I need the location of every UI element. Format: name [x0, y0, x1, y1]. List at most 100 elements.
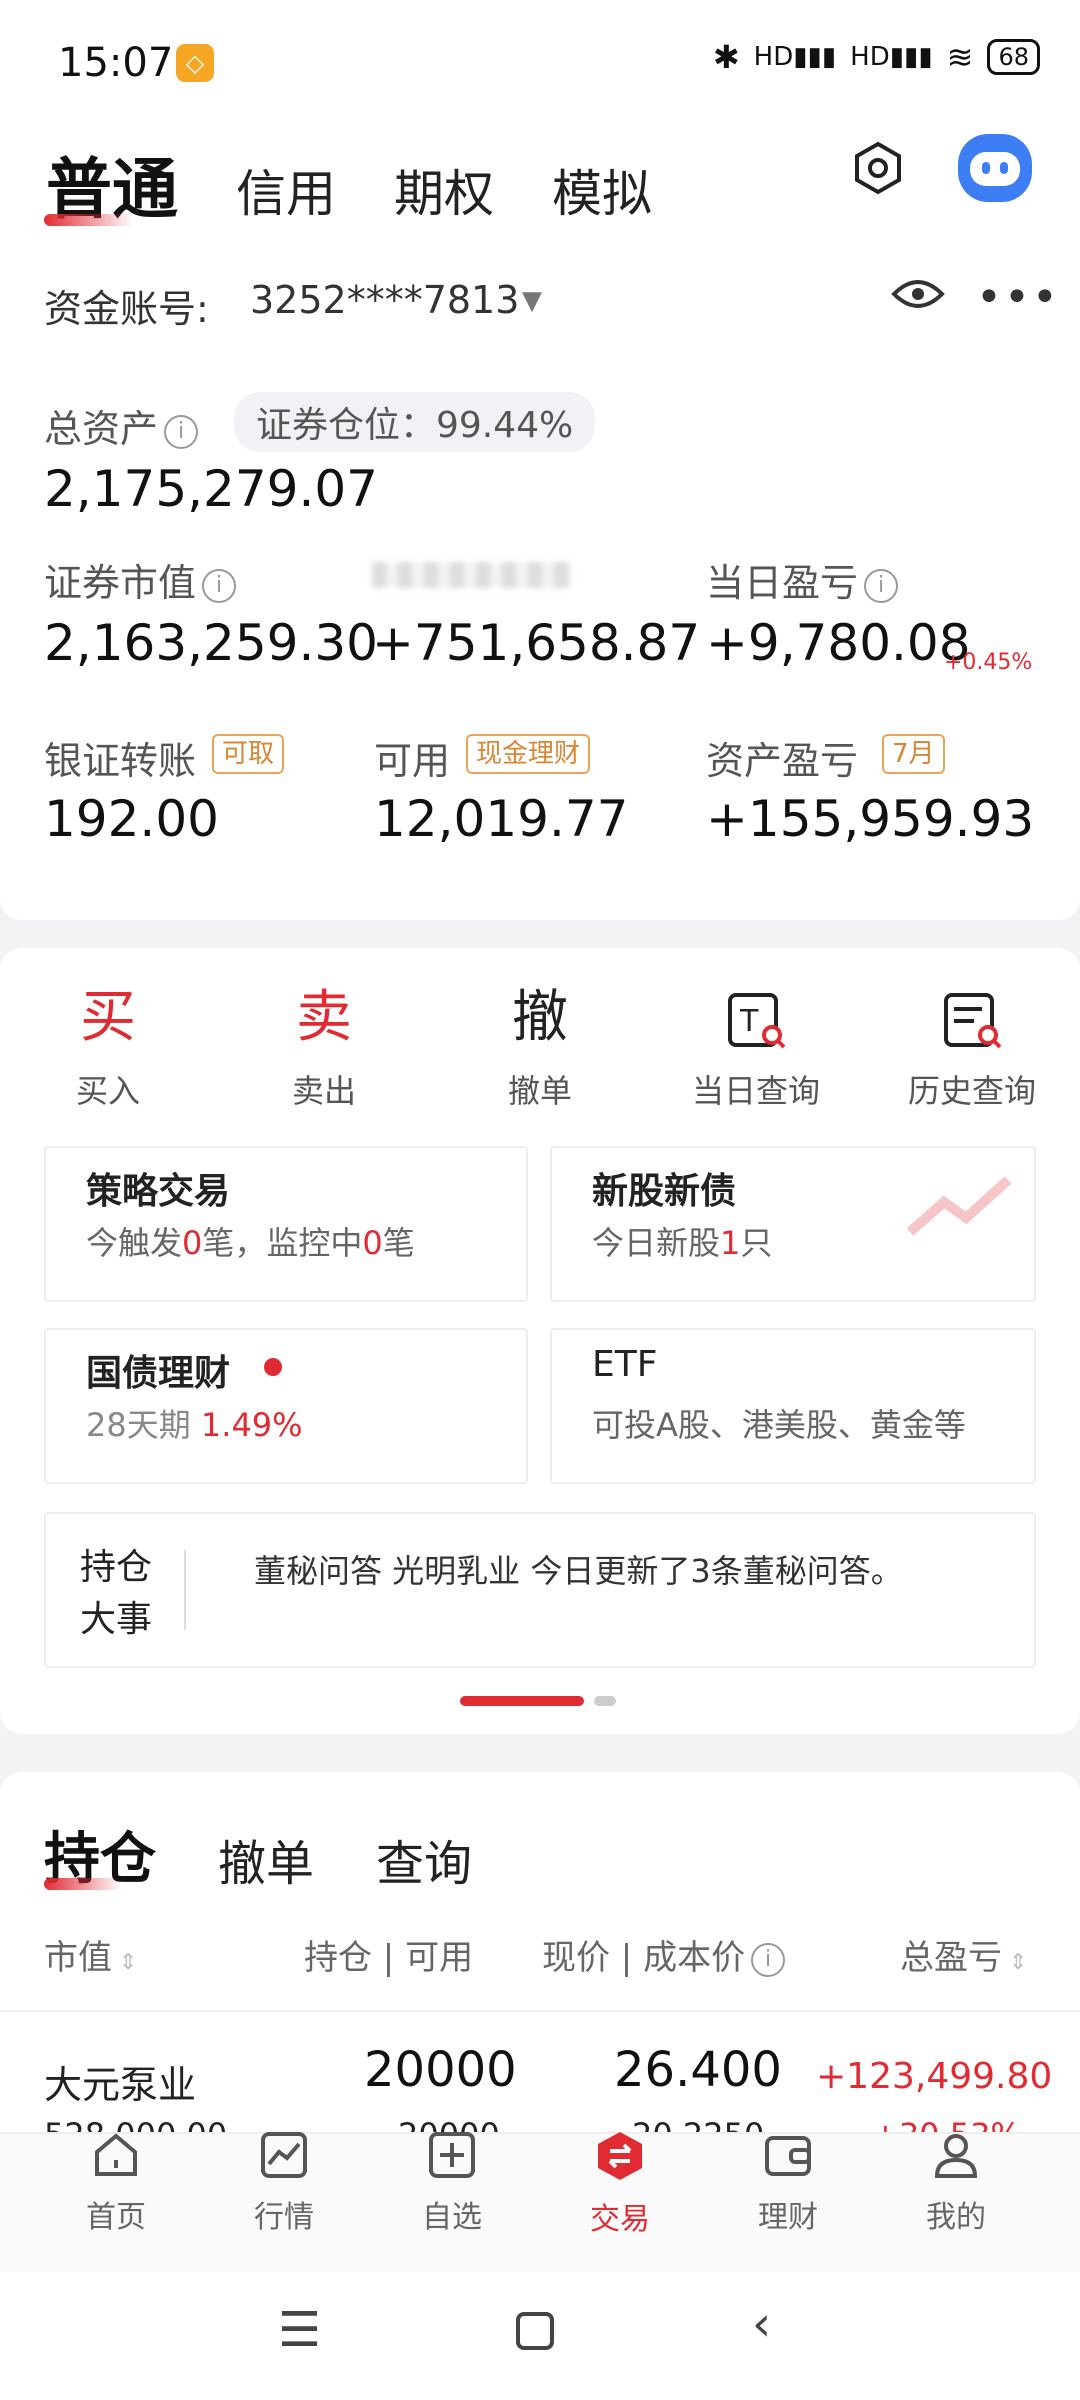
- nav-market[interactable]: 行情: [200, 2130, 368, 2236]
- tile-title: 策略交易: [86, 1171, 231, 1212]
- tab-options[interactable]: 期权: [394, 154, 494, 226]
- available-value: 12,019.77: [374, 790, 629, 848]
- holdings-card: 持仓 撤单 查询 市值 ⇕ 持仓 | 可用 现价 | 成本价 i 总盈亏 ⇕ 大元…: [0, 1772, 1080, 2132]
- cash-management-chip[interactable]: 现金理财: [466, 734, 591, 774]
- nav-label: 交易: [590, 2202, 650, 2237]
- nav-label: 我的: [926, 2200, 986, 2235]
- news-tag: 持仓 大事: [80, 1547, 153, 1640]
- more-icon[interactable]: •••: [976, 272, 1060, 323]
- divider: [184, 1550, 186, 1630]
- history-query-button[interactable]: 历史查询: [864, 978, 1080, 1112]
- tab-active-indicator: [44, 214, 134, 226]
- column-market-value[interactable]: 市值 ⇕: [44, 1930, 137, 1979]
- sell-button[interactable]: 卖 卖出: [216, 978, 432, 1112]
- etf-tile[interactable]: ETF 可投A股、港美股、黄金等: [550, 1328, 1036, 1484]
- wifi-icon: ≋: [946, 38, 974, 76]
- column-total-pnl[interactable]: 总盈亏 ⇕: [900, 1930, 1027, 1979]
- market-value-label: 证券市值 i: [44, 552, 237, 607]
- today-query-icon: T: [648, 978, 864, 1058]
- nav-label: 首页: [86, 2200, 146, 2235]
- info-icon[interactable]: i: [864, 568, 899, 603]
- asset-pnl-value: +155,959.93: [706, 790, 1035, 848]
- buy-icon: 买: [80, 985, 136, 1050]
- info-icon[interactable]: i: [164, 414, 199, 449]
- menu-icon[interactable]: ☰: [278, 2302, 321, 2358]
- eye-icon[interactable]: [890, 274, 946, 318]
- plus-square-icon: [429, 2132, 475, 2178]
- status-icons: ✱ HD▮▮▮ HD▮▮▮ ≋ 68: [713, 38, 1040, 76]
- cancel-order-icon: 撤: [512, 985, 568, 1050]
- strategy-trading-tile[interactable]: 策略交易 今触发0笔，监控中0笔: [44, 1146, 528, 1302]
- table-row[interactable]: 大元泵业 528,000.00 20000 20000 26.400 20.22…: [0, 2012, 1080, 2132]
- account-number[interactable]: 3252****7813: [250, 278, 519, 322]
- tab-query[interactable]: 查询: [376, 1824, 472, 1894]
- signal-icon: HD▮▮▮: [753, 42, 837, 72]
- settings-icon[interactable]: [850, 140, 906, 196]
- user-icon: [934, 2134, 978, 2178]
- carousel-indicator: [594, 1696, 616, 1706]
- robot-assistant-icon[interactable]: [958, 134, 1032, 202]
- nav-label: 自选: [422, 2200, 482, 2235]
- tile-subtitle: 28天期 1.49%: [86, 1406, 303, 1444]
- nav-home[interactable]: 首页: [32, 2130, 200, 2236]
- total-assets-label: 总资产 i: [44, 398, 199, 453]
- sell-icon: 卖: [296, 985, 352, 1050]
- home-square-icon[interactable]: [516, 2312, 554, 2350]
- buy-label: 买入: [75, 1072, 140, 1110]
- wallet-icon: [765, 2136, 811, 2176]
- info-icon[interactable]: i: [751, 1942, 786, 1977]
- blurred-label: [372, 562, 572, 588]
- transfer-value[interactable]: 192.00: [44, 790, 219, 848]
- stock-pnl: +123,499.80: [816, 2056, 1053, 2097]
- column-price: 现价 | 成本价 i: [542, 1930, 786, 1979]
- new-ipo-tile[interactable]: 新股新债 今日新股1只: [550, 1146, 1036, 1302]
- home-icon: [95, 2133, 137, 2176]
- chart-icon: [261, 2132, 307, 2178]
- tab-simulation[interactable]: 模拟: [552, 154, 652, 226]
- today-query-button[interactable]: T 当日查询: [648, 978, 864, 1112]
- chevron-down-icon[interactable]: ▼: [522, 286, 542, 316]
- tile-title: ETF: [592, 1344, 658, 1385]
- daily-pnl-label: 当日盈亏 i: [706, 552, 899, 607]
- account-label: 资金账号:: [44, 287, 209, 331]
- carousel-indicator-active: [460, 1696, 584, 1706]
- tab-credit[interactable]: 信用: [236, 154, 336, 226]
- buy-button[interactable]: 买 买入: [0, 978, 216, 1112]
- nav-trade[interactable]: 交易: [536, 2130, 704, 2238]
- today-query-label: 当日查询: [691, 1072, 820, 1110]
- tile-subtitle: 今触发0笔，监控中0笔: [86, 1224, 415, 1262]
- nav-label: 行情: [254, 2200, 314, 2235]
- info-icon[interactable]: i: [202, 568, 237, 603]
- svg-text:T: T: [739, 1004, 759, 1039]
- tab-cancel-orders[interactable]: 撤单: [218, 1824, 314, 1894]
- position-ratio-pill: 证券仓位：99.44%: [234, 392, 596, 452]
- tile-title: 新股新债: [592, 1171, 737, 1212]
- total-assets-value: 2,175,279.07: [44, 460, 378, 518]
- withdrawable-chip[interactable]: 可取: [212, 734, 285, 774]
- tile-title: 国债理财: [86, 1353, 231, 1394]
- trade-actions-card: 买 买入 卖 卖出 撤 撤单 T 当日查询 历史查询 策略交易 今触发0笔，监控…: [0, 948, 1080, 1734]
- news-text: 董秘问答 光明乳业 今日更新了3条董秘问答。: [254, 1552, 903, 1590]
- tab-active-indicator: [44, 1878, 122, 1890]
- month-chip[interactable]: 7月: [882, 734, 945, 774]
- daily-pnl-value: +9,780.08: [706, 614, 971, 672]
- trade-icon: [598, 2132, 642, 2180]
- back-icon[interactable]: ‹: [752, 2296, 771, 2352]
- column-position: 持仓 | 可用: [304, 1938, 474, 1978]
- market-value: 2,163,259.30: [44, 614, 378, 672]
- nav-watchlist[interactable]: 自选: [368, 2130, 536, 2236]
- signal-icon-2: HD▮▮▮: [850, 42, 933, 72]
- sell-label: 卖出: [291, 1072, 356, 1110]
- nav-wealth[interactable]: 理财: [704, 2130, 872, 2236]
- stock-quantity: 20000: [364, 2042, 517, 2098]
- cancel-order-label: 撤单: [507, 1072, 572, 1110]
- system-nav-bar: ☰ ‹: [0, 2272, 1080, 2400]
- cancel-order-button[interactable]: 撤 撤单: [432, 978, 648, 1112]
- available-label: 可用: [374, 739, 451, 783]
- history-query-label: 历史查询: [907, 1072, 1036, 1110]
- holding-news-banner[interactable]: 持仓 大事 董秘问答 光明乳业 今日更新了3条董秘问答。: [44, 1512, 1036, 1668]
- treasury-bond-tile[interactable]: 国债理财 28天期 1.49%: [44, 1328, 528, 1484]
- nav-profile[interactable]: 我的: [872, 2130, 1040, 2236]
- transfer-label: 银证转账: [44, 739, 197, 783]
- tile-subtitle: 今日新股1只: [592, 1224, 773, 1262]
